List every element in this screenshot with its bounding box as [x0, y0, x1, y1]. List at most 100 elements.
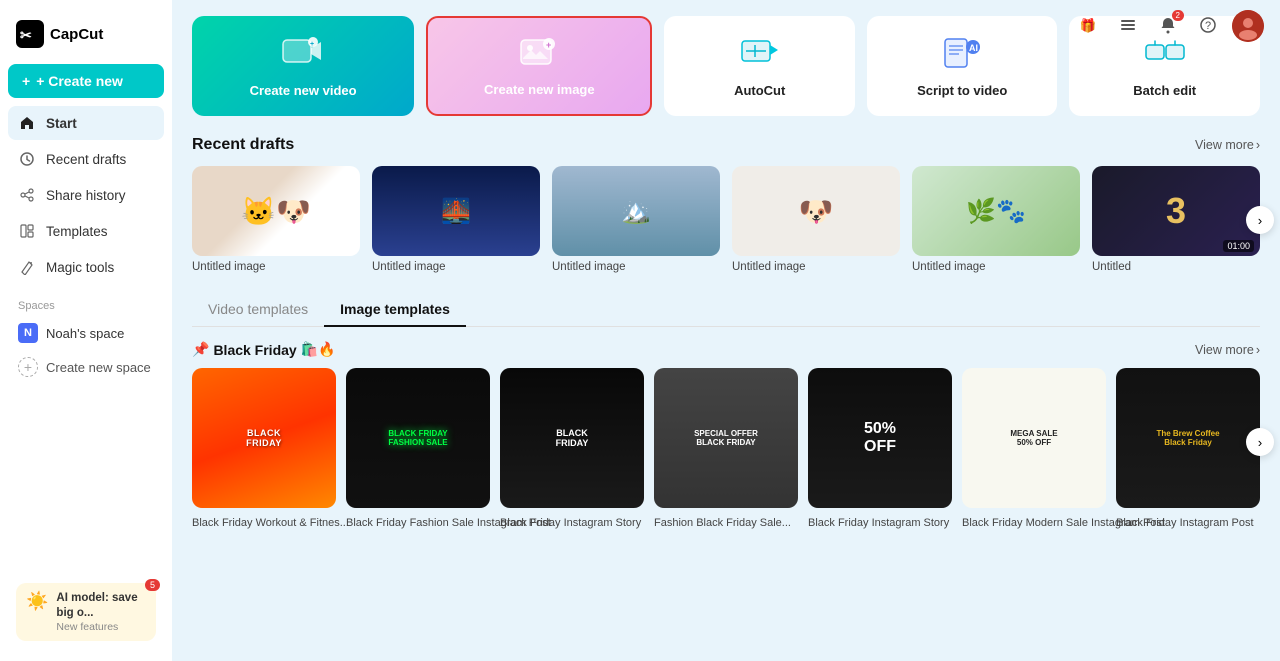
- template-item-5[interactable]: MEGA SALE50% OFF Black Friday Modern Sal…: [962, 368, 1106, 531]
- recent-drafts-section: Recent drafts View more › 🐱🐶 Untitled im…: [192, 136, 1260, 273]
- space-avatar: N: [18, 323, 38, 343]
- draft-thumb-0: 🐱🐶: [192, 166, 360, 256]
- draft-item-1[interactable]: 🌉 Untitled image: [372, 166, 540, 273]
- batch-edit-label: Batch edit: [1133, 83, 1196, 98]
- create-new-label: + Create new: [36, 73, 123, 89]
- template-category-title: 📌 Black Friday 🛍️🔥: [192, 341, 336, 358]
- template-label-6: Black Friday Instagram Post: [1116, 517, 1254, 529]
- script-to-video-card[interactable]: AI Script to video: [867, 16, 1058, 116]
- draft-item-0[interactable]: 🐱🐶 Untitled image: [192, 166, 360, 273]
- draft-label-2: Untitled image: [552, 261, 720, 273]
- chevron-right-icon-2: ›: [1256, 343, 1260, 357]
- template-thumb-1: BLACK FRIDAYFASHION SALE: [346, 368, 490, 508]
- draft-duration: 01:00: [1223, 240, 1254, 252]
- video-icon: +: [281, 36, 325, 72]
- gift-button[interactable]: 🎁: [1072, 10, 1104, 42]
- create-video-icon-area: +: [281, 34, 325, 73]
- create-space-item[interactable]: + Create new space: [8, 350, 164, 384]
- template-section-header: 📌 Black Friday 🛍️🔥 View more ›: [192, 341, 1260, 358]
- create-image-icon-area: +: [517, 36, 561, 72]
- script-label: Script to video: [917, 83, 1007, 98]
- draft-item-3[interactable]: 🐶 Untitled image: [732, 166, 900, 273]
- template-thumb-2: BLACKFRIDAY: [500, 368, 644, 508]
- draft-thumb-4: 🌿🐾: [912, 166, 1080, 256]
- sidebar-templates-label: Templates: [46, 224, 108, 239]
- svg-text:✂: ✂: [20, 27, 32, 43]
- draft-thumb-5: 3 01:00: [1092, 166, 1260, 256]
- template-item-4[interactable]: 50%OFF Black Friday Instagram Story: [808, 368, 952, 531]
- tab-image-templates[interactable]: Image templates: [324, 293, 466, 327]
- sun-icon: ☀️: [26, 591, 48, 612]
- create-space-label: Create new space: [46, 360, 151, 375]
- create-image-label: Create new image: [484, 82, 595, 97]
- create-video-card[interactable]: + Create new video: [192, 16, 414, 116]
- create-image-card[interactable]: + Create new image: [426, 16, 652, 116]
- sidebar-item-magic-tools[interactable]: Magic tools: [8, 250, 164, 284]
- draft-label-3: Untitled image: [732, 261, 900, 273]
- draft-label-1: Untitled image: [372, 261, 540, 273]
- list-icon: [1119, 16, 1137, 37]
- template-item-3[interactable]: SPECIAL OFFERBLACK FRIDAY Fashion Black …: [654, 368, 798, 531]
- sidebar-share-history-label: Share history: [46, 188, 126, 203]
- magic-icon: [18, 258, 36, 276]
- user-avatar[interactable]: [1232, 10, 1264, 42]
- templates-row: BLACKFRIDAY Black Friday Workout & Fitne…: [192, 368, 1260, 531]
- image-icon: +: [519, 36, 559, 72]
- clock-icon: [18, 150, 36, 168]
- help-icon: ?: [1199, 16, 1217, 37]
- autocut-icon: [741, 37, 779, 71]
- templates-view-more[interactable]: View more ›: [1195, 343, 1260, 357]
- templates-next-button[interactable]: ›: [1246, 428, 1274, 456]
- drafts-next-button[interactable]: ›: [1246, 206, 1274, 234]
- template-thumb-3: SPECIAL OFFERBLACK FRIDAY: [654, 368, 798, 508]
- ai-model-card[interactable]: ☀️ AI model: save big o... New features …: [16, 583, 156, 641]
- autocut-label: AutoCut: [734, 83, 785, 98]
- tab-video-templates[interactable]: Video templates: [192, 293, 324, 327]
- ai-model-title: AI model: save big o...: [56, 591, 146, 621]
- logo-text: CapCut: [50, 26, 103, 43]
- add-space-icon: +: [18, 357, 38, 377]
- plus-icon: +: [22, 73, 30, 89]
- autocut-card[interactable]: AutoCut: [664, 16, 855, 116]
- svg-text:?: ?: [1205, 20, 1211, 32]
- notification-badge: 2: [1172, 10, 1184, 21]
- draft-item-5[interactable]: 3 01:00 Untitled: [1092, 166, 1260, 273]
- ai-model-subtitle: New features: [56, 621, 146, 633]
- draft-item-2[interactable]: 🏔️ Untitled image: [552, 166, 720, 273]
- draft-thumb-3: 🐶: [732, 166, 900, 256]
- sidebar-bottom: ☀️ AI model: save big o... New features …: [8, 575, 164, 649]
- draft-thumb-2: 🏔️: [552, 166, 720, 256]
- chevron-right-icon: ›: [1256, 138, 1260, 152]
- template-thumb-0: BLACKFRIDAY: [192, 368, 336, 508]
- gift-icon: 🎁: [1080, 18, 1097, 34]
- template-item-2[interactable]: BLACKFRIDAY Black Friday Instagram Story: [500, 368, 644, 531]
- recent-drafts-view-more[interactable]: View more ›: [1195, 138, 1260, 152]
- home-icon: [18, 114, 36, 132]
- template-label-4: Black Friday Instagram Story: [808, 517, 949, 529]
- ai-badge: 5: [145, 579, 160, 591]
- svg-text:+: +: [546, 40, 551, 50]
- template-label-0: Black Friday Workout & Fitnes...: [192, 517, 349, 529]
- sidebar-item-templates[interactable]: Templates: [8, 214, 164, 248]
- template-item-1[interactable]: BLACK FRIDAYFASHION SALE Black Friday Fa…: [346, 368, 490, 531]
- space-name: Noah's space: [46, 326, 124, 341]
- sidebar-item-recent-drafts[interactable]: Recent drafts: [8, 142, 164, 176]
- logo[interactable]: ✂ CapCut: [8, 12, 164, 64]
- draft-item-4[interactable]: 🌿🐾 Untitled image: [912, 166, 1080, 273]
- script-icon: AI: [943, 37, 981, 71]
- notifications-button[interactable]: 2: [1152, 10, 1184, 42]
- create-video-label: Create new video: [250, 83, 357, 98]
- create-new-button[interactable]: + + Create new: [8, 64, 164, 98]
- sidebar-item-start[interactable]: Start: [8, 106, 164, 140]
- help-button[interactable]: ?: [1192, 10, 1224, 42]
- template-item-6[interactable]: The Brew CoffeeBlack Friday Black Friday…: [1116, 368, 1260, 531]
- sidebar-item-share-history[interactable]: Share history: [8, 178, 164, 212]
- section-emoji: 🛍️🔥: [301, 341, 336, 358]
- template-thumb-6: The Brew CoffeeBlack Friday: [1116, 368, 1260, 508]
- list-button[interactable]: [1112, 10, 1144, 42]
- noahs-space-item[interactable]: N Noah's space: [8, 316, 164, 350]
- template-item-0[interactable]: BLACKFRIDAY Black Friday Workout & Fitne…: [192, 368, 336, 531]
- autocut-icon-area: [738, 34, 782, 73]
- share-icon: [18, 186, 36, 204]
- template-label-3: Fashion Black Friday Sale...: [654, 517, 791, 529]
